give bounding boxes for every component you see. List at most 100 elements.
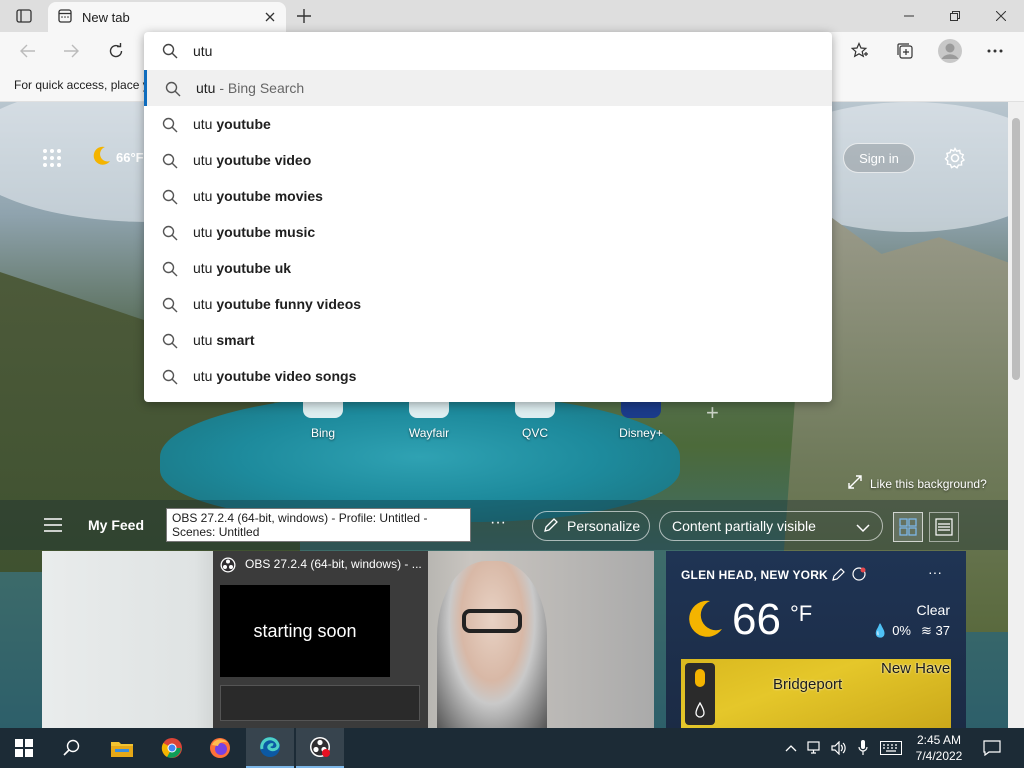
obs-taskbar-preview[interactable]: OBS 27.2.4 (64-bit, windows) - ... start… [213,551,428,728]
tab-strip: New tab [0,0,1024,32]
obs-preview-title: OBS 27.2.4 (64-bit, windows) - ... [245,557,422,571]
back-button[interactable] [14,37,42,65]
news-photo-glasses [462,609,522,633]
address-bar[interactable] [144,32,832,70]
expand-icon [848,475,862,492]
notifications-icon[interactable] [972,728,1012,768]
suggestion-text: utu youtube movies [193,188,323,204]
search-suggestion[interactable]: utu youtube funny videos [144,286,832,322]
moon-icon [682,597,726,641]
taskbar-clock[interactable]: 2:45 AM 7/4/2022 [908,732,970,764]
scrollbar-thumb[interactable] [1012,118,1020,380]
search-icon [162,333,178,352]
search-suggestion[interactable]: utu youtube [144,106,832,142]
like-background-link[interactable]: Like this background? [848,475,987,492]
like-background-label: Like this background? [870,476,987,491]
quick-links: Bing Wayfair QVC Disney+ [270,402,694,440]
suggestion-text: utu - Bing Search [196,80,304,96]
suggestion-text: utu youtube funny videos [193,296,361,312]
feed-more-icon[interactable]: ··· [490,514,506,532]
suggestion-prefix: utu [193,224,217,240]
suggestion-prefix: utu [193,332,217,348]
page-scrollbar[interactable] [1008,102,1024,728]
start-button[interactable] [0,728,48,768]
feed-menu-icon[interactable] [44,518,64,534]
more-menu-icon[interactable] [981,37,1009,65]
edge-icon[interactable] [246,728,294,768]
weather-unit: °F [790,601,813,626]
taskbar-search-icon[interactable] [48,728,96,768]
chrome-icon[interactable] [148,728,196,768]
microphone-icon[interactable] [852,728,874,768]
air-quality: ≋ 37 [921,623,950,639]
volume-icon[interactable] [828,728,850,768]
weather-widget[interactable]: 66°F [90,145,144,170]
close-window-button[interactable] [978,0,1024,32]
settings-gear-icon[interactable] [943,146,967,170]
news-card[interactable]: OBS 27.2.4 (64-bit, windows) - ... start… [42,551,654,728]
search-suggestion[interactable]: utu - Bing Search [144,70,832,106]
keyboard-icon[interactable] [876,728,906,768]
restore-button[interactable] [932,0,978,32]
suggestion-text: utu youtube uk [193,260,291,276]
quick-link-disney[interactable]: Disney+ [588,402,694,440]
obs-taskbar-icon[interactable] [296,728,344,768]
search-suggestion[interactable]: utu youtube video songs [144,358,832,394]
firefox-icon[interactable] [196,728,244,768]
refresh-button[interactable] [102,37,130,65]
obs-tooltip: OBS 27.2.4 (64-bit, windows) - Profile: … [166,508,471,542]
search-suggestion[interactable]: utu youtube uk [144,250,832,286]
quick-link-qvc[interactable]: QVC [482,402,588,440]
list-view-icon[interactable] [929,512,959,542]
quick-link-bing[interactable]: Bing [270,402,376,440]
map-legend [685,663,715,725]
apps-launcher-icon[interactable] [42,148,62,168]
content-visibility-dropdown[interactable]: Content partially visible [659,511,883,541]
search-suggestion[interactable]: utu youtube video [144,142,832,178]
new-tab-icon [58,8,72,26]
pencil-icon [543,517,559,536]
sign-in-button[interactable]: Sign in [843,143,915,173]
suggestion-prefix: utu [193,116,217,132]
edit-location-icon[interactable] [832,567,846,581]
file-explorer-icon[interactable] [98,728,146,768]
new-tab-button[interactable] [292,5,316,27]
suggestion-text: utu youtube video [193,152,311,168]
clock-date: 7/4/2022 [915,749,963,763]
forward-button[interactable] [57,37,85,65]
weather-alert-icon[interactable] [852,567,866,581]
collections-icon[interactable] [891,37,919,65]
personalize-button[interactable]: Personalize [532,511,650,541]
weather-card[interactable]: GLEN HEAD, NEW YORK ··· 66 °F Clear 💧 0%… [666,551,966,728]
weather-more-icon[interactable]: ··· [928,564,942,580]
search-suggestion[interactable]: utu youtube movies [144,178,832,214]
tray-chevron-up-icon[interactable] [780,728,802,768]
grid-view-icon[interactable] [893,512,923,542]
obs-icon [220,557,236,573]
search-suggestion[interactable]: utu youtube music [144,214,832,250]
weather-stats: 💧 0% ≋ 37 [872,623,950,639]
profile-avatar[interactable] [936,37,964,65]
search-suggestion[interactable]: utu smart [144,322,832,358]
suggestion-completion: youtube music [216,224,316,240]
favorites-icon[interactable] [846,37,874,65]
weather-map[interactable]: Bridgeport New Have [681,659,951,728]
tab-new-tab[interactable]: New tab [48,2,286,32]
search-icon [162,117,178,136]
map-label-bridgeport: Bridgeport [773,676,843,693]
minimize-button[interactable] [886,0,932,32]
suggestion-text: utu youtube music [193,224,315,240]
personalize-label: Personalize [567,518,641,534]
weather-location: GLEN HEAD, NEW YORK [681,568,828,582]
weather-temperature: 66 [732,595,781,644]
my-feed-tab[interactable]: My Feed [88,517,144,533]
add-quick-link-icon[interactable]: + [706,400,719,426]
network-icon[interactable] [804,728,826,768]
tab-actions-icon[interactable] [10,6,38,26]
quick-link-wayfair[interactable]: Wayfair [376,402,482,440]
search-icon [162,369,178,388]
close-tab-icon[interactable] [262,9,278,25]
droplet-icon: 💧 [872,623,889,638]
address-input[interactable] [193,41,793,61]
clock-time: 2:45 AM [916,733,962,747]
